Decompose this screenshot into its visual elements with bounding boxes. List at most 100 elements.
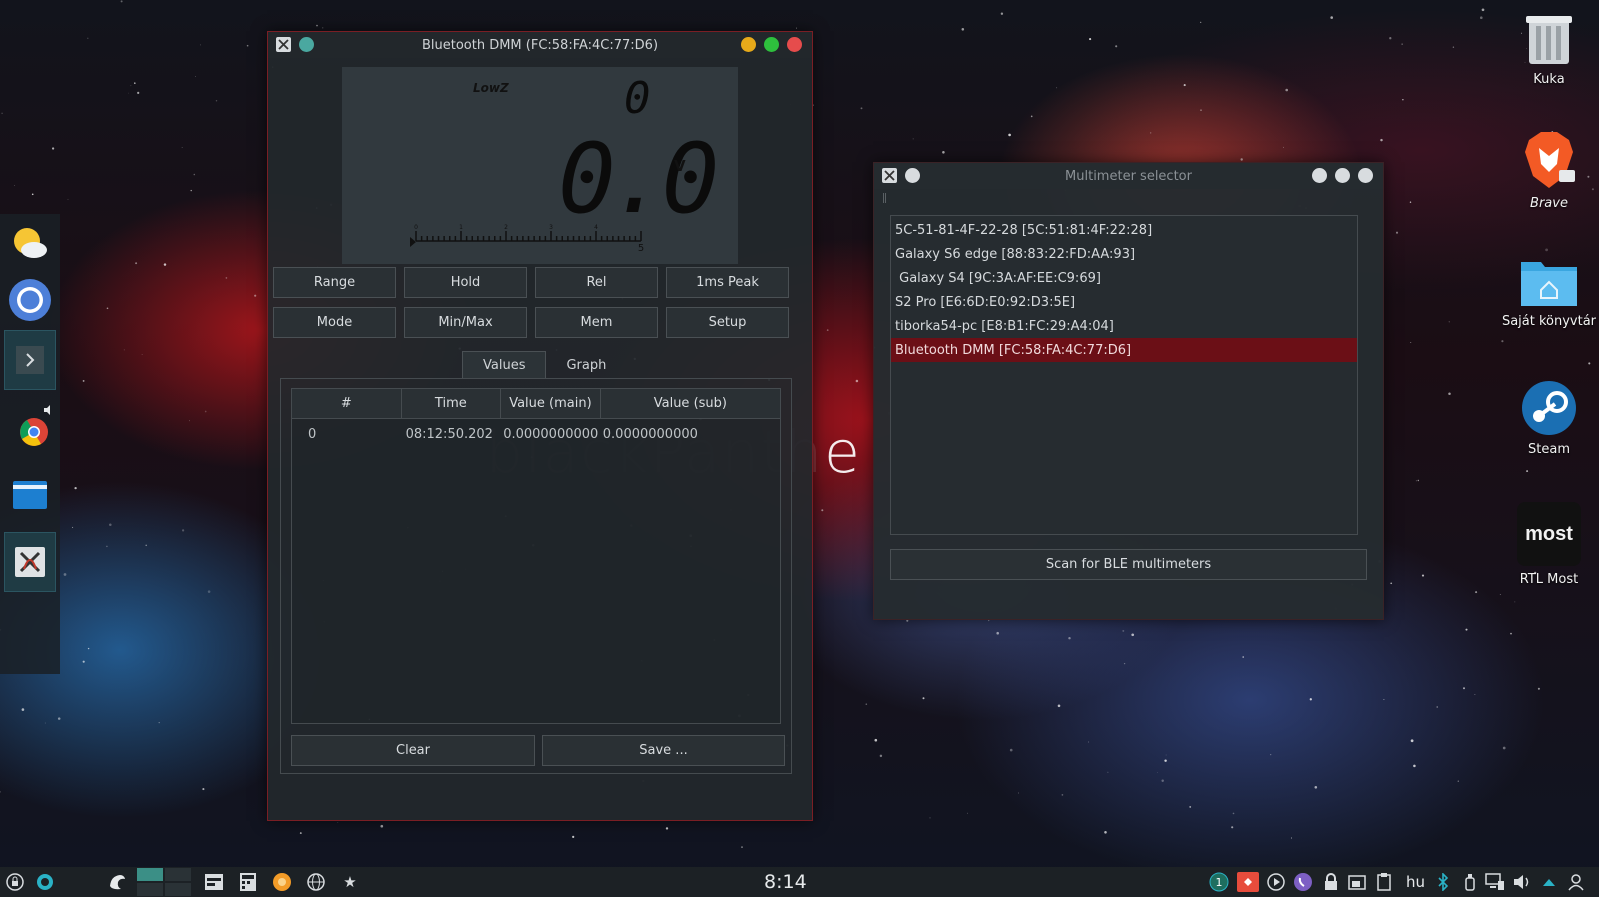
selector-app-icon[interactable] [882, 168, 897, 183]
dmm-app-icon-small[interactable] [276, 37, 291, 52]
dmm-title: Bluetooth DMM (FC:58:FA:4C:77:D6) [421, 37, 659, 53]
desktop-icon-label: Saját könyvtár [1501, 314, 1597, 329]
column-header[interactable]: Value (sub) [601, 389, 780, 418]
tab-bar: Values Graph [462, 351, 626, 379]
close-button[interactable] [787, 37, 802, 52]
lcd-unit: V [674, 157, 686, 175]
media-play-icon[interactable] [1266, 872, 1286, 892]
scale-label: 0 [414, 224, 418, 231]
desktop-icon-brave[interactable]: Brave [1504, 130, 1594, 211]
dock-chromium[interactable] [4, 270, 56, 330]
toolbar-grip[interactable] [883, 193, 886, 203]
trash-icon [1526, 16, 1572, 64]
dmm-titlebar[interactable]: Bluetooth DMM (FC:58:FA:4C:77:D6) [268, 32, 812, 58]
column-header[interactable]: Value (main) [501, 389, 601, 418]
lcd-sub-value: 0 [624, 73, 651, 124]
bluetooth-icon[interactable] [1433, 872, 1453, 892]
clock[interactable]: 8:14 [764, 871, 807, 893]
device-item-selected[interactable]: Bluetooth DMM [FC:58:FA:4C:77:D6] [891, 338, 1357, 362]
user-icon[interactable] [1566, 872, 1586, 892]
scale-label: 1 [459, 224, 463, 231]
range-button[interactable]: Range [273, 267, 396, 298]
desktop-icon-label: Steam [1528, 442, 1570, 457]
maximize-button[interactable] [764, 37, 779, 52]
dock-weather[interactable] [4, 214, 56, 274]
lock-screen-icon[interactable] [5, 872, 25, 892]
close-button[interactable] [1358, 168, 1373, 183]
calculator-icon[interactable] [238, 872, 258, 892]
dock-chrome[interactable] [4, 396, 56, 456]
left-dock [0, 214, 60, 674]
minmax-button[interactable]: Min/Max [404, 307, 527, 338]
update-count: 1 [1215, 875, 1223, 889]
table-cell: 0.0000000000 [602, 426, 698, 442]
panther-icon[interactable] [107, 872, 127, 892]
scale-label: 2 [504, 224, 508, 231]
window-list-icon[interactable] [204, 872, 224, 892]
star-icon[interactable]: ★ [340, 872, 360, 892]
clear-button[interactable]: Clear [291, 735, 535, 766]
desktop-icon-home[interactable]: Saját könyvtár [1501, 256, 1597, 329]
desktop-icon-label: RTL Most [1519, 572, 1579, 587]
minimize-button[interactable] [741, 37, 756, 52]
device-item[interactable]: Galaxy S6 edge [88:83:22:FD:AA:93] [891, 242, 1357, 266]
selector-titlebar[interactable]: Multimeter selector [874, 163, 1383, 189]
dock-files[interactable] [4, 464, 56, 524]
lcd-mode: LowZ [473, 81, 509, 95]
values-table: # Time Value (main) Value (sub) 0 08:12:… [291, 388, 781, 724]
clipboard-icon[interactable] [1374, 872, 1394, 892]
device-item[interactable]: S2 Pro [E6:6D:E0:92:D3:5E] [891, 290, 1357, 314]
desktop-icon-steam[interactable]: Steam [1504, 380, 1594, 457]
pager[interactable] [137, 867, 191, 897]
table-row[interactable]: 0 08:12:50.202 0.0000000000 0.0000000000 [292, 419, 780, 449]
network-icon[interactable] [1485, 872, 1505, 892]
home-folder-icon [1521, 262, 1577, 306]
rtl-most-logo: most [1525, 522, 1573, 545]
table-cell: 0.0000000000 [503, 426, 599, 442]
usb-device-icon[interactable] [1460, 872, 1480, 892]
desktop-icon-trash[interactable]: Kuka [1504, 12, 1594, 87]
desktop-icon-rtl-most[interactable]: most RTL Most [1504, 502, 1594, 587]
mem-button[interactable]: Mem [535, 307, 658, 338]
tab-graph[interactable]: Graph [546, 351, 626, 379]
selector-window: Multimeter selector 5C-51-81-4F-22-28 [5… [873, 162, 1384, 620]
scan-button[interactable]: Scan for BLE multimeters [890, 549, 1367, 580]
orange-app-icon[interactable] [272, 872, 292, 892]
column-header[interactable]: # [292, 389, 402, 418]
rel-button[interactable]: Rel [535, 267, 658, 298]
column-header[interactable]: Time [402, 389, 502, 418]
tray-expand-icon[interactable] [1539, 872, 1559, 892]
desktop-icon-label: Kuka [1533, 72, 1565, 87]
update-badge-icon[interactable]: 1 [1209, 872, 1229, 892]
shade-button[interactable] [299, 37, 314, 52]
dock-terminal[interactable] [4, 330, 56, 390]
device-item[interactable]: Galaxy S4 [9C:3A:AF:EE:C9:69] [891, 266, 1357, 290]
chromium-icon [9, 279, 51, 321]
device-item[interactable]: tiborka54-pc [E8:B1:FC:29:A4:04] [891, 314, 1357, 338]
viber-icon[interactable] [1293, 872, 1313, 892]
hold-button[interactable]: Hold [404, 267, 527, 298]
anydesk-icon[interactable] [1237, 872, 1259, 892]
shade-button[interactable] [905, 168, 920, 183]
globe-icon[interactable] [306, 872, 326, 892]
setup-button[interactable]: Setup [666, 307, 789, 338]
save-button[interactable]: Save ... [542, 735, 785, 766]
tab-values[interactable]: Values [462, 351, 547, 379]
peak-button[interactable]: 1ms Peak [666, 267, 789, 298]
padlock-icon[interactable] [1321, 872, 1341, 892]
maximize-button[interactable] [1335, 168, 1350, 183]
values-panel: # Time Value (main) Value (sub) 0 08:12:… [280, 378, 792, 774]
dock-dmm-app[interactable] [4, 532, 56, 592]
device-item[interactable]: 5C-51-81-4F-22-28 [5C:51:81:4F:22:28] [891, 218, 1357, 242]
rtl-most-icon: most [1517, 502, 1581, 566]
watermark-highlight: e [824, 418, 862, 486]
device-list: 5C-51-81-4F-22-28 [5C:51:81:4F:22:28] Ga… [890, 215, 1358, 535]
table-cell: 08:12:50.202 [405, 426, 493, 442]
app-launcher-icon[interactable] [35, 872, 55, 892]
screenshot-icon[interactable] [1347, 872, 1367, 892]
minimize-button[interactable] [1312, 168, 1327, 183]
brave-icon [1525, 132, 1575, 188]
volume-icon[interactable] [1512, 872, 1532, 892]
keyboard-layout[interactable]: hu [1406, 873, 1425, 891]
mode-button[interactable]: Mode [273, 307, 396, 338]
